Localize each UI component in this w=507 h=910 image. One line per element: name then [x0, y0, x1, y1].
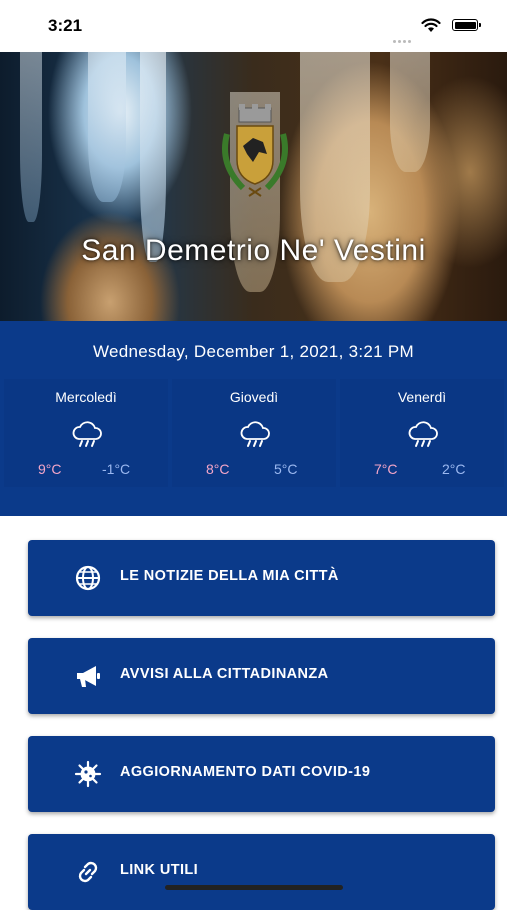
forecast-day: Mercoledì 9°C -1°C — [4, 379, 168, 487]
rain-cloud-icon — [240, 421, 270, 447]
town-crest-icon — [222, 104, 288, 197]
forecast-day: Venerdì 7°C 2°C — [340, 379, 504, 487]
town-title: San Demetrio Ne' Vestini — [81, 234, 426, 267]
covid-button[interactable]: AGGIORNAMENTO DATI COVID-19 — [28, 736, 495, 812]
news-button[interactable]: LE NOTIZIE DELLA MIA CITTÀ — [28, 540, 495, 616]
day-name: Mercoledì — [55, 389, 117, 405]
hero-banner: San Demetrio Ne' Vestini — [0, 52, 507, 321]
day-name: Giovedì — [229, 389, 279, 405]
weather-panel: Wednesday, December 1, 2021, 3:21 PM Mer… — [0, 321, 507, 516]
menu-label: LINK UTILI — [120, 862, 199, 878]
virus-icon — [74, 760, 102, 788]
min-temp: -1°C — [102, 461, 131, 477]
day-name: Venerdì — [397, 389, 447, 405]
link-icon — [78, 861, 98, 883]
max-temp: 7°C — [374, 461, 398, 477]
weather-date: Wednesday, December 1, 2021, 3:21 PM — [92, 342, 415, 361]
wifi-icon — [421, 18, 441, 32]
notices-button[interactable]: AVVISI ALLA CITTADINANZA — [28, 638, 495, 714]
status-time: 3:21 — [48, 16, 83, 35]
rain-cloud-icon — [408, 421, 438, 447]
max-temp: 9°C — [38, 461, 62, 477]
min-temp: 2°C — [442, 461, 466, 477]
forecast-day: Giovedì 8°C 5°C — [172, 379, 336, 487]
min-temp: 5°C — [274, 461, 298, 477]
menu-label: AVVISI ALLA CITTADINANZA — [120, 666, 329, 682]
signal-dots-icon — [393, 30, 413, 43]
globe-icon — [75, 565, 101, 591]
battery-icon — [452, 19, 481, 31]
rain-cloud-icon — [72, 421, 102, 447]
max-temp: 8°C — [206, 461, 230, 477]
megaphone-icon — [77, 666, 100, 687]
status-bar: 3:21 — [0, 0, 507, 52]
useful-links-button[interactable]: LINK UTILI — [28, 834, 495, 910]
home-indicator[interactable] — [165, 885, 343, 890]
menu-label: AGGIORNAMENTO DATI COVID-19 — [120, 764, 371, 780]
menu-label: LE NOTIZIE DELLA MIA CITTÀ — [120, 568, 339, 584]
